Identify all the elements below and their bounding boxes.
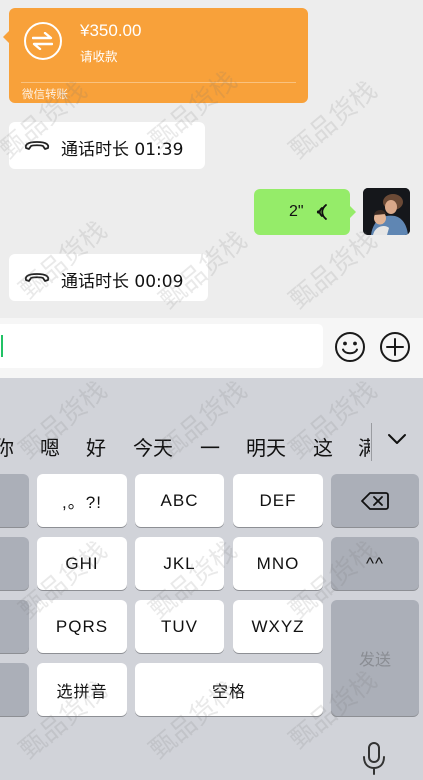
key-wxyz[interactable]: WXYZ — [233, 600, 323, 653]
transfer-footer: 微信转账 — [22, 87, 68, 101]
text-caret — [1, 335, 3, 357]
transfer-status: 请收款 — [80, 49, 118, 64]
left-function-key[interactable] — [0, 537, 29, 590]
keyboard: 你 嗯 好 今天 一 明天 这 满 ,。?! ABC DEF GHI JKL M… — [0, 378, 423, 780]
message-input[interactable] — [0, 324, 323, 368]
voice-wave-icon — [316, 204, 327, 220]
key-select-pinyin[interactable]: 选拼音 — [37, 663, 127, 716]
voice-message-bubble[interactable]: 2" — [254, 189, 356, 235]
transfer-arrows-icon — [24, 22, 62, 60]
phone-hangup-icon — [24, 273, 50, 282]
candidate-word[interactable]: 你 — [0, 432, 14, 461]
call-duration: 通话时长 00:09 — [61, 272, 184, 292]
left-function-key[interactable] — [0, 474, 29, 527]
bubble-tail — [349, 205, 356, 219]
key-tuv[interactable]: TUV — [135, 600, 224, 653]
candidate-word[interactable]: 明天 — [246, 432, 286, 461]
avatar[interactable] — [363, 188, 410, 235]
call-record-bubble[interactable]: 通话时长 00:09 — [9, 254, 208, 301]
plus-circle-icon[interactable] — [379, 331, 411, 363]
send-button[interactable]: 发送 — [331, 600, 419, 716]
input-bar — [0, 318, 423, 378]
phone-hangup-icon — [24, 141, 50, 150]
backspace-key[interactable] — [331, 474, 419, 527]
candidate-word[interactable]: 好 — [86, 432, 106, 461]
key-caret[interactable]: ^^ — [331, 537, 419, 590]
left-function-key[interactable] — [0, 663, 29, 716]
transfer-amount: ¥350.00 — [80, 21, 142, 40]
left-function-key[interactable] — [0, 600, 29, 653]
key-mno[interactable]: MNO — [233, 537, 323, 590]
candidate-word[interactable]: 一 — [200, 432, 220, 461]
candidate-bar: 你 嗯 好 今天 一 明天 这 满 — [0, 378, 423, 466]
key-jkl[interactable]: JKL — [135, 537, 224, 590]
chat-area: ¥350.00 请收款 微信转账 通话时长 01:39 2" 通话时长 00:0… — [0, 0, 423, 318]
space-key[interactable]: 空格 — [135, 663, 323, 716]
key-abc[interactable]: ABC — [135, 474, 224, 527]
candidate-word[interactable]: 嗯 — [40, 432, 60, 461]
microphone-icon[interactable] — [362, 742, 386, 776]
candidate-word[interactable]: 这 — [313, 432, 333, 461]
key-ghi[interactable]: GHI — [37, 537, 127, 590]
divider — [371, 423, 372, 461]
voice-duration: 2" — [289, 203, 304, 220]
call-duration: 通话时长 01:39 — [61, 140, 184, 160]
key-def[interactable]: DEF — [233, 474, 323, 527]
backspace-icon — [361, 491, 389, 510]
key-pqrs[interactable]: PQRS — [37, 600, 127, 653]
call-record-bubble[interactable]: 通话时长 01:39 — [9, 122, 205, 169]
transfer-card[interactable]: ¥350.00 请收款 微信转账 — [3, 8, 308, 103]
bubble-tail — [3, 30, 10, 44]
key-punctuation[interactable]: ,。?! — [37, 474, 127, 527]
divider — [21, 82, 296, 83]
chevron-down-icon[interactable] — [386, 432, 408, 446]
candidate-word[interactable]: 今天 — [133, 432, 173, 461]
smiley-icon[interactable] — [334, 331, 366, 363]
candidate-word[interactable]: 满 — [358, 432, 370, 461]
